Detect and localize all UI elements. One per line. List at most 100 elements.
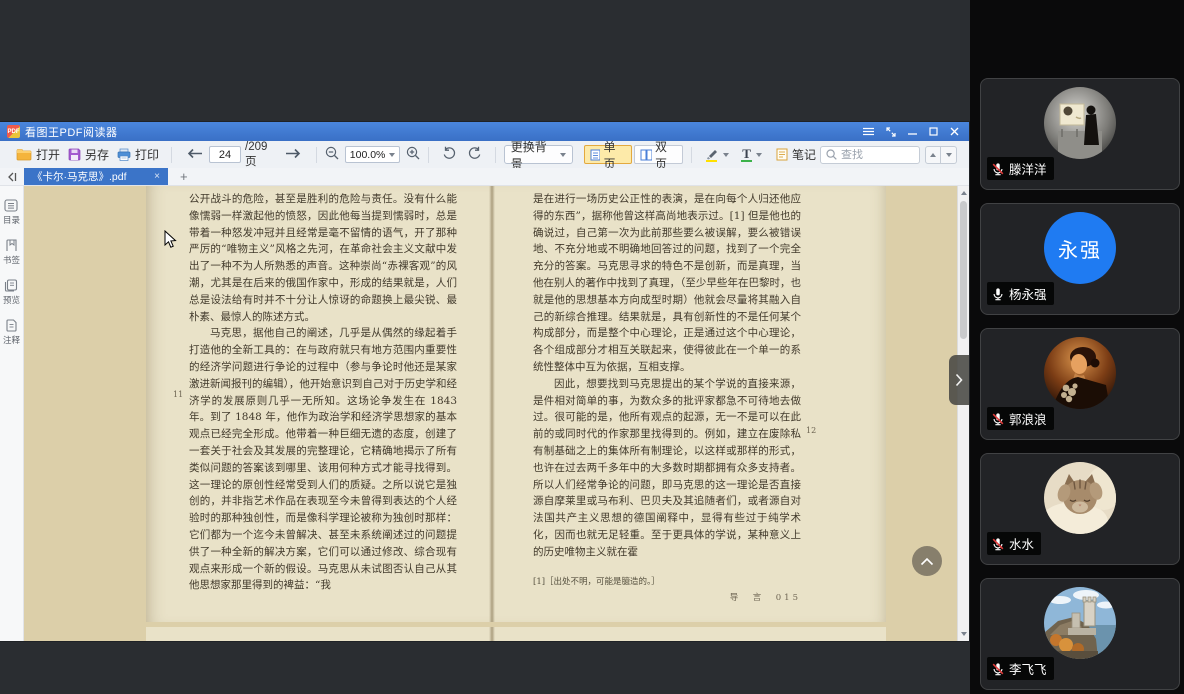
chevron-down-icon (560, 152, 566, 157)
document-tab[interactable]: 《卡尔·马克思》.pdf × (24, 168, 168, 185)
search-field[interactable] (820, 145, 920, 164)
find-previous-button[interactable] (925, 145, 941, 164)
minimize-icon[interactable] (908, 127, 917, 136)
participant-name-chip: 郭浪浪 (987, 407, 1054, 430)
participants-panel: 滕洋洋 永强 杨永强 郭浪浪 水水 李飞飞 (970, 0, 1184, 694)
participant-name-chip: 杨永强 (987, 282, 1054, 305)
menu-icon[interactable] (863, 127, 874, 136)
vertical-scrollbar[interactable] (957, 186, 969, 641)
prev-page-button[interactable] (186, 148, 203, 162)
pdf-reader-window: PDF 看图王PDF阅读器 打开 另存 打印 24 /209页 100.0% 更… (0, 122, 969, 641)
search-input[interactable] (841, 148, 911, 161)
document-canvas[interactable]: 公开战斗的危险，甚至是胜利的危险与责任。没有什么能像懦弱一样激起他的愤怒，因此他… (24, 186, 957, 641)
next-page-left-edge (146, 627, 492, 641)
next-page-flipper[interactable] (949, 355, 969, 405)
participant-name-chip: 李飞飞 (987, 657, 1054, 680)
change-background-button[interactable]: 更换背景 (503, 140, 573, 171)
participant-name: 水水 (1009, 538, 1035, 552)
page-gutter (489, 186, 495, 622)
arrow-right-icon (285, 148, 300, 158)
avatar-initials: 永强 (1058, 239, 1102, 262)
collapse-left-icon (8, 172, 17, 181)
participant-tile[interactable]: 水水 (980, 453, 1180, 565)
scrollbar-thumb[interactable] (960, 201, 967, 339)
app-pdf-icon: PDF (7, 125, 20, 138)
mic-muted-icon (992, 537, 1004, 550)
zoom-in-icon (406, 146, 420, 160)
close-icon[interactable] (950, 127, 959, 136)
zoom-out-button[interactable] (325, 146, 339, 163)
gallery-photo-avatar (1044, 87, 1116, 159)
titlebar: PDF 看图王PDF阅读器 (0, 122, 969, 141)
toc-icon (4, 199, 19, 212)
sidebar-item-annotations[interactable]: 注释 (3, 319, 20, 346)
participant-name: 滕洋洋 (1009, 163, 1047, 177)
scroll-down-arrow[interactable] (958, 628, 969, 640)
mic-muted-icon (992, 162, 1004, 175)
zoom-out-icon (325, 146, 339, 160)
open-button[interactable]: 打开 (12, 144, 64, 165)
castle-photo-avatar (1044, 587, 1116, 659)
save-as-button[interactable]: 另存 (64, 144, 113, 165)
annotation-icon (6, 319, 17, 332)
window-title: 看图王PDF阅读器 (25, 126, 118, 139)
zoom-in-button[interactable] (406, 146, 420, 163)
double-page-icon (640, 149, 652, 160)
mouse-cursor (164, 230, 177, 248)
zoom-level-select[interactable]: 100.0% (344, 146, 400, 163)
sidebar-item-bookmarks[interactable]: 书签 (3, 239, 20, 266)
note-icon (776, 148, 788, 161)
rotate-left-button[interactable] (442, 146, 457, 163)
back-to-top-button[interactable] (912, 546, 942, 576)
single-page-view-button[interactable]: 单页 (584, 140, 632, 171)
right-margin-number: 12 (806, 426, 817, 435)
participant-name-chip: 滕洋洋 (987, 157, 1054, 180)
new-tab-button[interactable]: + (180, 168, 188, 185)
sidebar-item-preview[interactable]: 预览 (3, 279, 20, 306)
page-number-input[interactable] (209, 146, 242, 163)
participant-name: 李飞飞 (1009, 663, 1047, 677)
sidebar-item-toc[interactable]: 目录 (3, 199, 20, 226)
toolbar: 打开 另存 打印 /209页 100.0 (0, 140, 969, 171)
rotate-cw-icon (468, 146, 481, 159)
chevron-down-icon (388, 152, 395, 157)
participant-tile[interactable]: 滕洋洋 (980, 78, 1180, 190)
avatar (1044, 587, 1116, 659)
underline-text-button[interactable]: T (737, 146, 766, 164)
chevron-down-icon (723, 152, 730, 157)
collapse-sidebar-button[interactable] (0, 168, 24, 185)
participant-tile[interactable]: 永强 杨永强 (980, 203, 1180, 315)
chevron-right-icon (955, 373, 963, 387)
rotate-ccw-icon (443, 146, 455, 159)
double-page-view-button[interactable]: 双页 (633, 140, 684, 171)
kitten-photo-avatar (1044, 462, 1116, 534)
page-footer: 导 言 015 (729, 593, 801, 603)
highlighter-button[interactable] (700, 146, 733, 164)
folder-icon (16, 149, 32, 161)
mic-muted-icon (992, 662, 1004, 675)
fullscreen-icon[interactable] (886, 126, 896, 137)
preview-icon (5, 279, 18, 292)
single-page-icon (590, 149, 601, 160)
left-page-text: 公开战斗的危险，甚至是胜利的危险与责任。没有什么能像懦弱一样激起他的愤怒，因此他… (189, 193, 457, 592)
printer-icon (117, 148, 131, 161)
participant-tile[interactable]: 郭浪浪 (980, 328, 1180, 440)
arrow-left-icon (187, 148, 203, 158)
rotate-right-button[interactable] (467, 146, 482, 163)
maximize-icon[interactable] (929, 127, 938, 136)
avatar: 永强 (1044, 212, 1116, 284)
mic-on-icon (993, 287, 1003, 300)
floppy-icon (68, 148, 81, 161)
footnote: [1]［出处不明，可能是臆造的。］ (533, 577, 660, 587)
tab-close-icon[interactable]: × (154, 171, 160, 182)
next-page-button[interactable] (285, 148, 302, 162)
avatar (1044, 462, 1116, 534)
find-next-button[interactable] (941, 145, 957, 164)
scroll-up-arrow[interactable] (958, 187, 969, 199)
participant-tile[interactable]: 李飞飞 (980, 578, 1180, 690)
print-button[interactable]: 打印 (113, 144, 163, 165)
notes-button[interactable]: 笔记 (772, 144, 820, 165)
page-total-label: /209页 (245, 140, 268, 168)
next-page-right-edge (492, 627, 886, 641)
search-icon (826, 149, 837, 160)
